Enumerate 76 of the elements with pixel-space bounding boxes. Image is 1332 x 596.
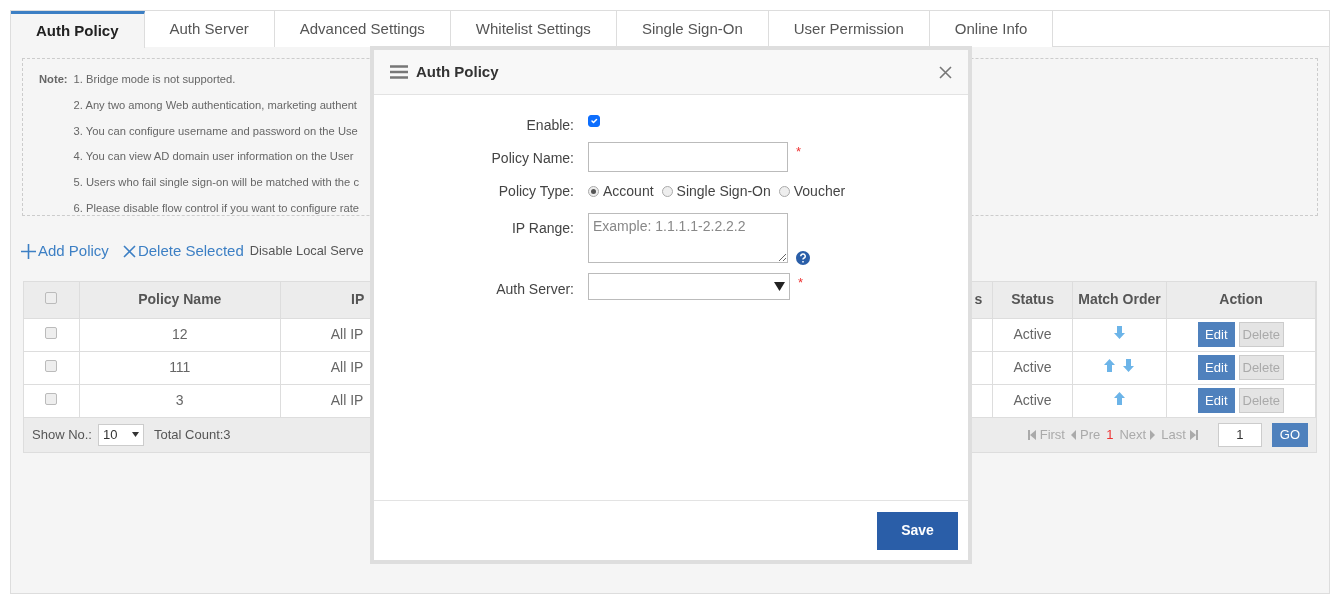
go-button[interactable]: GO <box>1271 422 1308 447</box>
tab[interactable]: Auth Policy <box>11 11 145 48</box>
note-line: 5. Users who fail single sign-on will be matched with the c <box>73 175 360 191</box>
total-count: Total Count:3 <box>154 425 231 444</box>
column-header: IP <box>351 291 365 308</box>
close-icon <box>122 244 136 258</box>
checkbox[interactable] <box>45 393 58 405</box>
first-page-icon <box>1027 429 1036 440</box>
text-area[interactable]: Example: 1.1.1.1-2.2.2.2 <box>588 213 788 263</box>
column-header: Status <box>1011 291 1054 308</box>
column-header: Action <box>1219 291 1263 308</box>
table-cell: 111 <box>169 359 191 375</box>
field-label: IP Range: <box>511 219 575 238</box>
field-label: Auth Server: <box>495 280 575 299</box>
down-arrow-icon[interactable] <box>1113 326 1125 339</box>
text-field[interactable] <box>588 142 788 172</box>
edit-button[interactable]: Edit <box>1198 354 1235 381</box>
note-line: 2. Any two among Web authentication, marketing authent <box>73 97 358 113</box>
note-label: Note: <box>39 72 68 87</box>
note-line: 3. You can configure username and password on the Use <box>73 123 359 139</box>
dialog-title: Auth Policy <box>416 61 499 82</box>
radio-button[interactable] <box>588 186 599 197</box>
field-label: Policy Type: <box>497 182 575 201</box>
previous-icon <box>1071 429 1076 440</box>
note-line: 4. You can view AD domain user information on the User <box>73 149 355 165</box>
add-policy-link[interactable]: Add Policy <box>21 239 109 263</box>
up-arrow-icon[interactable] <box>1113 392 1125 405</box>
down-arrow-icon[interactable] <box>1123 359 1135 372</box>
page-number-field[interactable]: 1 <box>1217 422 1262 447</box>
tab[interactable]: Advanced Settings <box>274 11 451 47</box>
up-arrow-icon[interactable] <box>1104 359 1116 372</box>
table-cell: Active <box>1013 326 1052 342</box>
table-cell: All IP <box>330 359 364 375</box>
save-button[interactable]: Save <box>877 511 958 550</box>
enable-checkbox[interactable] <box>588 115 600 127</box>
close-button[interactable] <box>939 63 952 81</box>
menu-icon <box>390 65 408 79</box>
edit-button[interactable]: Edit <box>1198 387 1235 414</box>
caret-icon <box>774 282 785 291</box>
last-page-icon <box>1189 429 1198 440</box>
edit-button[interactable]: Edit <box>1198 321 1235 348</box>
delete-selected-link[interactable]: Delete Selected <box>122 239 244 263</box>
required-mark: * <box>798 274 804 292</box>
table-cell: All IP <box>330 326 364 342</box>
radio-label: Account <box>603 182 654 201</box>
checkbox[interactable] <box>45 360 58 372</box>
table-cell: 12 <box>171 326 188 342</box>
show-number-label: Show No.: <box>32 425 92 444</box>
close-icon <box>939 66 952 80</box>
radio-button[interactable] <box>778 186 790 197</box>
radio-button[interactable] <box>661 186 673 197</box>
field-label: Enable: <box>525 116 575 135</box>
table-cell: All IP <box>330 392 364 408</box>
caret-icon <box>132 432 139 437</box>
tab[interactable]: Auth Server <box>144 11 275 47</box>
table-cell: Active <box>1013 392 1052 408</box>
table-cell: Active <box>1013 359 1052 375</box>
table-cell: 3 <box>175 392 184 408</box>
checkbox[interactable] <box>45 327 58 339</box>
column-header: s <box>974 291 983 308</box>
page-size-select[interactable]: 10 <box>98 423 144 446</box>
radio-label: Single Sign-On <box>676 182 771 201</box>
note-line: 6. Please disable flow control if you want to configure rate <box>73 201 360 216</box>
current-page[interactable]: 1 <box>1106 424 1114 445</box>
note-line: 1. Bridge mode is not supported. <box>73 72 237 87</box>
column-header: Match Order <box>1078 291 1161 308</box>
radio-label: Voucher <box>793 182 846 201</box>
checkbox[interactable] <box>45 292 58 305</box>
select-field[interactable] <box>588 273 790 300</box>
column-header: Policy Name <box>138 291 222 308</box>
plus-icon <box>21 243 36 259</box>
toolbar-text: Disable Local Serve <box>249 242 364 261</box>
help-icon[interactable] <box>796 251 810 265</box>
field-label: Policy Name: <box>490 149 575 168</box>
next-icon <box>1150 429 1156 440</box>
required-mark: * <box>796 143 802 161</box>
